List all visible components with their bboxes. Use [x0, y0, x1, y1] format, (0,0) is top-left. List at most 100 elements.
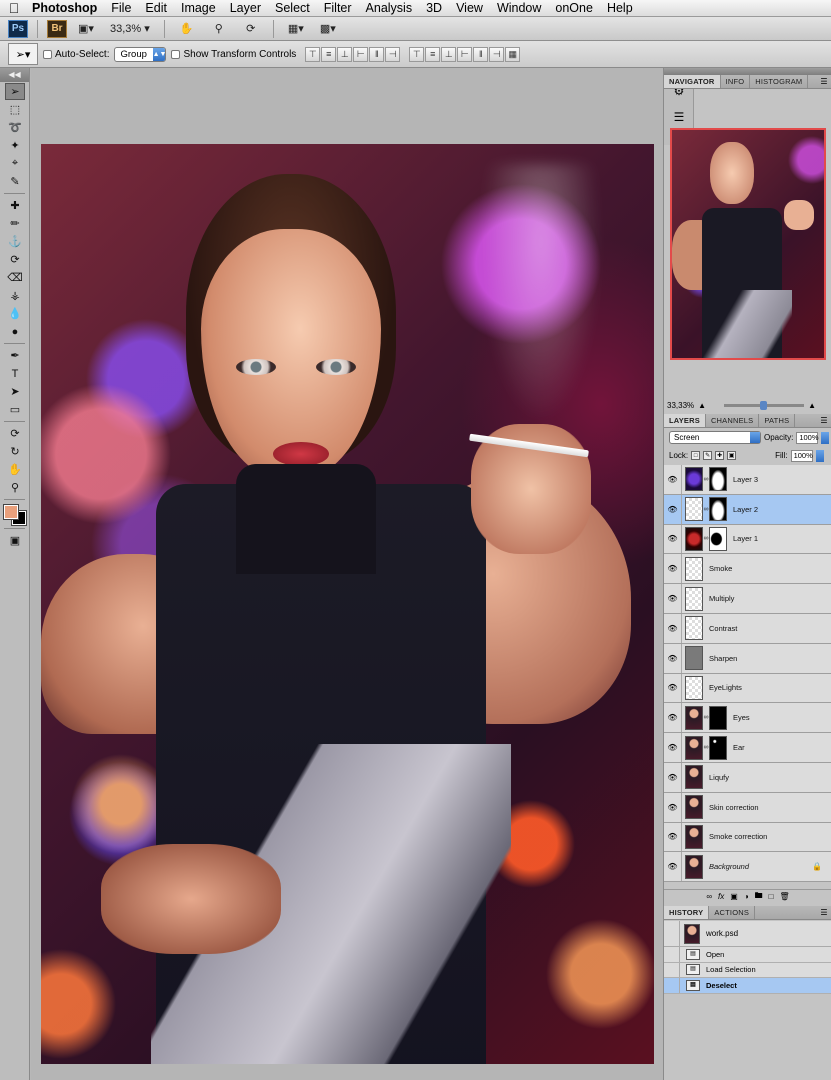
navigator-preview[interactable] [670, 128, 826, 360]
visibility-eye-icon[interactable]: 👁 [664, 703, 682, 733]
blur-tool-icon[interactable]: 💧 [5, 305, 25, 322]
lock-pixels-icon[interactable]: ✎ [703, 451, 713, 460]
history-source-cell[interactable] [664, 947, 680, 962]
foreground-color-swatch[interactable] [3, 504, 19, 520]
visibility-eye-icon[interactable]: 👁 [664, 822, 682, 852]
layer-row[interactable]: 👁 ∞ Layer 1 [664, 524, 831, 555]
hand-tool-icon[interactable]: ✋ [174, 20, 200, 38]
stack-icon[interactable]: ☰ [669, 107, 689, 127]
distribute-left-icon[interactable]: ⊢ [457, 46, 473, 62]
align-vcenter-icon[interactable]: ≡ [321, 46, 337, 62]
opacity-field[interactable]: 100% [796, 431, 819, 444]
visibility-eye-icon[interactable]: 👁 [664, 465, 682, 494]
fill-field[interactable]: 100% [790, 449, 813, 462]
crop-tool-icon[interactable]: ⌖ [5, 155, 25, 172]
layer-row[interactable]: 👁 Background 🔒 [664, 852, 831, 883]
visibility-eye-icon[interactable]: 👁 [664, 554, 682, 584]
menu-select[interactable]: Select [268, 1, 317, 15]
distribute-bottom-icon[interactable]: ⊥ [441, 46, 457, 62]
menu-file[interactable]: File [104, 1, 138, 15]
visibility-eye-icon[interactable]: 👁 [664, 613, 682, 643]
auto-select-dropdown[interactable]: Group ▲▼ [114, 46, 167, 62]
visibility-eye-icon[interactable]: 👁 [664, 643, 682, 673]
path-selection-tool-icon[interactable]: ➤ [5, 383, 25, 400]
clone-stamp-tool-icon[interactable]: ⚓ [5, 233, 25, 250]
history-snapshot[interactable]: work.psd [664, 921, 831, 947]
hand-tool-icon[interactable]: ✋ [5, 461, 25, 478]
layer-mask-thumbnail[interactable] [709, 705, 727, 730]
brush-tool-icon[interactable]: ✏ [5, 215, 25, 232]
apple-menu-icon[interactable]:  [0, 0, 28, 16]
history-state[interactable]: ▤ Load Selection [664, 962, 831, 978]
menu-window[interactable]: Window [490, 1, 548, 15]
visibility-eye-icon[interactable]: 👁 [664, 733, 682, 762]
menu-app[interactable]: Photoshop [28, 1, 104, 15]
arrange-documents-icon[interactable]: ▦▾ [283, 20, 309, 38]
layer-row[interactable]: 👁 Sharpen [664, 643, 831, 674]
layer-row[interactable]: 👁 Skin correction [664, 792, 831, 823]
show-transform-checkbox[interactable]: Show Transform Controls [171, 49, 296, 60]
tab-actions[interactable]: ACTIONS [709, 906, 756, 919]
magic-wand-tool-icon[interactable]: ✦ [5, 137, 25, 154]
3d-rotate-tool-icon[interactable]: ⟳ [5, 425, 25, 442]
view-extras-icon[interactable]: ▣▾ [73, 20, 99, 38]
screen-mode-icon[interactable]: ▩▾ [315, 20, 341, 38]
visibility-eye-icon[interactable]: 👁 [664, 852, 682, 882]
auto-align-icon[interactable]: ▦ [505, 46, 521, 62]
layer-mask-thumbnail[interactable] [709, 526, 727, 551]
type-tool-icon[interactable]: T [5, 365, 25, 382]
menu-view[interactable]: View [449, 1, 490, 15]
opacity-arrow-icon[interactable] [821, 431, 830, 444]
tab-history[interactable]: HISTORY [664, 906, 710, 919]
new-group-icon[interactable]: 🖿 [755, 890, 763, 904]
dock-collapse-icon[interactable] [664, 68, 831, 75]
layer-row[interactable]: 👁 Smoke [664, 554, 831, 585]
history-source-cell[interactable] [664, 921, 680, 946]
tab-navigator[interactable]: NAVIGATOR [664, 75, 721, 88]
blend-mode-dropdown[interactable]: Screen [669, 431, 761, 444]
rotate-view-icon[interactable]: ⟳ [238, 20, 264, 38]
quick-mask-icon[interactable]: ▣ [5, 532, 25, 549]
layer-row[interactable]: 👁 ∞ Layer 3 [664, 465, 831, 495]
zoom-level-dropdown[interactable]: 33,3% ▾ [105, 20, 155, 38]
distribute-right-icon[interactable]: ⊣ [489, 46, 505, 62]
menu-image[interactable]: Image [174, 1, 223, 15]
layer-row[interactable]: 👁 Contrast [664, 613, 831, 644]
zoom-out-icon[interactable]: ▲ [698, 401, 706, 410]
move-tool-icon[interactable]: ➢ [5, 83, 25, 100]
tab-histogram[interactable]: HISTOGRAM [750, 75, 809, 88]
visibility-eye-icon[interactable]: 👁 [664, 762, 682, 792]
distribute-vcenter-icon[interactable]: ≡ [425, 46, 441, 62]
bridge-launch-button[interactable]: Br [47, 19, 67, 38]
pen-tool-icon[interactable]: ✒ [5, 347, 25, 364]
eraser-tool-icon[interactable]: ⌫ [5, 269, 25, 286]
tool-preset-picker[interactable]: ➢▾ [8, 43, 38, 65]
layer-row[interactable]: 👁 EyeLights [664, 673, 831, 704]
layer-row[interactable]: 👁 Multiply [664, 584, 831, 614]
rectangle-tool-icon[interactable]: ▭ [5, 401, 25, 418]
panel-collapse-icon[interactable]: ◀◀ [0, 68, 29, 82]
visibility-eye-icon[interactable]: 👁 [664, 584, 682, 613]
panel-menu-icon[interactable]: ☰ [817, 75, 831, 88]
align-right-icon[interactable]: ⊣ [385, 46, 401, 62]
document-image[interactable] [41, 144, 654, 1064]
menu-onone[interactable]: onOne [548, 1, 600, 15]
menu-filter[interactable]: Filter [317, 1, 359, 15]
new-layer-icon[interactable]: □ [769, 892, 774, 901]
menu-analysis[interactable]: Analysis [359, 1, 420, 15]
visibility-eye-icon[interactable]: 👁 [664, 792, 682, 822]
menu-help[interactable]: Help [600, 1, 640, 15]
link-layers-icon[interactable]: ∞ [706, 892, 712, 901]
menu-layer[interactable]: Layer [223, 1, 268, 15]
history-state[interactable]: ▤ Deselect [664, 978, 831, 994]
history-source-cell[interactable] [664, 978, 680, 993]
tab-info[interactable]: INFO [721, 75, 751, 88]
dodge-tool-icon[interactable]: ● [5, 323, 25, 340]
distribute-hcenter-icon[interactable]: ‖ [473, 46, 489, 62]
delete-layer-icon[interactable]: 🗑 [780, 892, 790, 901]
lock-all-icon[interactable]: ▣ [727, 451, 737, 460]
lock-position-icon[interactable]: ✚ [715, 451, 725, 460]
zoom-slider-handle[interactable] [760, 400, 768, 410]
paint-bucket-tool-icon[interactable]: ⚶ [5, 287, 25, 304]
layer-mask-thumbnail[interactable] [709, 467, 727, 492]
